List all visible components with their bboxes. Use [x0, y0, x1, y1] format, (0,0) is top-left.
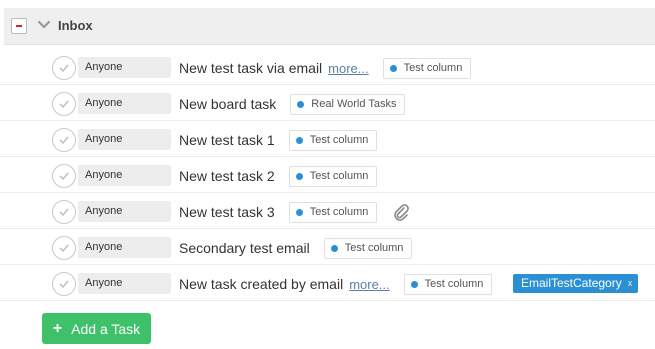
column-tag[interactable]: Test column	[323, 237, 413, 259]
complete-task-checkbox[interactable]	[52, 128, 76, 152]
section-title: Inbox	[58, 18, 93, 33]
check-icon	[59, 100, 69, 109]
assignee-selector[interactable]: Anyone	[78, 57, 171, 78]
task-row[interactable]: Anyone Secondary test email Test column	[0, 229, 655, 265]
task-row[interactable]: Anyone New test task via email more... T…	[0, 49, 655, 85]
assignee-selector[interactable]: Anyone	[78, 93, 171, 114]
task-content: New board task Real World Tasks	[179, 93, 406, 115]
column-tag[interactable]: Test column	[382, 57, 472, 79]
task-title[interactable]: Secondary test email	[179, 240, 310, 256]
column-tag-label: Test column	[309, 170, 369, 182]
column-dot-icon	[295, 208, 303, 216]
task-title[interactable]: New board task	[179, 96, 276, 112]
check-icon	[59, 244, 69, 253]
column-dot-icon	[297, 100, 305, 108]
task-row[interactable]: Anyone New test task 3 Test column	[0, 193, 655, 229]
assignee-selector[interactable]: Anyone	[78, 273, 171, 294]
column-tag[interactable]: Real World Tasks	[290, 93, 406, 115]
task-row[interactable]: Anyone New test task 1 Test column	[0, 121, 655, 157]
check-icon	[59, 172, 69, 181]
task-title[interactable]: New task created by email	[179, 276, 343, 292]
task-title[interactable]: New test task 2	[179, 168, 275, 184]
task-row[interactable]: Anyone New test task 2 Test column	[0, 157, 655, 193]
check-icon	[59, 208, 69, 217]
column-tag-label: Test column	[344, 242, 404, 254]
assignee-selector[interactable]: Anyone	[78, 165, 171, 186]
task-row[interactable]: Anyone New task created by email more...…	[0, 265, 655, 301]
task-content: New test task 3 Test column	[179, 201, 411, 223]
check-icon	[59, 64, 69, 73]
plus-icon: +	[52, 319, 63, 337]
task-content: New test task 1 Test column	[179, 129, 378, 151]
add-task-label: Add a Task	[71, 320, 141, 337]
assignee-selector[interactable]: Anyone	[78, 237, 171, 258]
column-tag-label: Real World Tasks	[311, 98, 397, 110]
complete-task-checkbox[interactable]	[52, 236, 76, 260]
column-dot-icon	[389, 64, 397, 72]
column-tag[interactable]: Test column	[288, 165, 378, 187]
column-dot-icon	[330, 244, 338, 252]
paperclip-icon[interactable]	[391, 202, 411, 222]
remove-category-icon[interactable]: x	[628, 274, 633, 293]
more-link[interactable]: more...	[328, 61, 368, 76]
column-dot-icon	[295, 172, 303, 180]
column-tag[interactable]: Test column	[288, 201, 378, 223]
complete-task-checkbox[interactable]	[52, 164, 76, 188]
column-tag-label: Test column	[424, 278, 484, 290]
task-title[interactable]: New test task 1	[179, 132, 275, 148]
section-header: Inbox	[4, 8, 655, 45]
column-dot-icon	[410, 280, 418, 288]
category-tag[interactable]: EmailTestCategory x	[513, 274, 639, 293]
category-tag-label: EmailTestCategory	[521, 276, 622, 290]
task-content: New test task via email more... Test col…	[179, 57, 472, 79]
complete-task-checkbox[interactable]	[52, 92, 76, 116]
chevron-down-icon[interactable]	[37, 17, 51, 31]
complete-task-checkbox[interactable]	[52, 272, 76, 296]
assignee-selector[interactable]: Anyone	[78, 129, 171, 150]
column-tag-label: Test column	[309, 206, 369, 218]
column-tag[interactable]: Test column	[403, 273, 493, 295]
column-tag-label: Test column	[403, 62, 463, 74]
task-content: Secondary test email Test column	[179, 237, 413, 259]
check-icon	[59, 136, 69, 145]
task-content: New test task 2 Test column	[179, 165, 378, 187]
check-icon	[59, 280, 69, 289]
more-link[interactable]: more...	[349, 277, 389, 292]
assignee-selector[interactable]: Anyone	[78, 201, 171, 222]
collapse-section-button[interactable]	[11, 18, 27, 34]
add-task-button[interactable]: + Add a Task	[42, 313, 151, 344]
column-dot-icon	[295, 136, 303, 144]
complete-task-checkbox[interactable]	[52, 200, 76, 224]
task-content: New task created by email more... Test c…	[179, 273, 493, 295]
column-tag-label: Test column	[309, 134, 369, 146]
column-tag[interactable]: Test column	[288, 129, 378, 151]
task-title[interactable]: New test task 3	[179, 204, 275, 220]
complete-task-checkbox[interactable]	[52, 56, 76, 80]
task-title[interactable]: New test task via email	[179, 60, 322, 76]
task-row[interactable]: Anyone New board task Real World Tasks	[0, 85, 655, 121]
